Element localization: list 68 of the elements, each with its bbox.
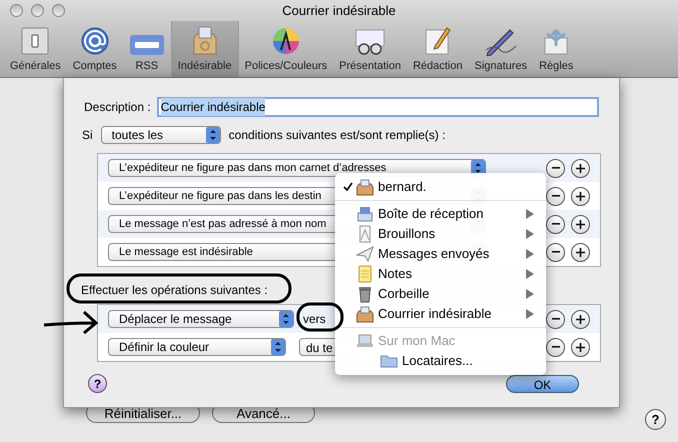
plus-icon <box>576 314 585 324</box>
minus-icon <box>552 167 560 169</box>
help-button[interactable]: ? <box>645 409 666 430</box>
toolbar-item[interactable]: RSS <box>122 21 171 77</box>
action-popup[interactable]: Définir la couleur <box>108 338 286 356</box>
plus-icon <box>576 248 585 256</box>
add-button[interactable] <box>571 338 590 356</box>
remove-button[interactable] <box>546 214 565 234</box>
pencil-paper-icon <box>422 26 453 56</box>
add-button[interactable] <box>571 158 590 178</box>
conditions-label: conditions suivantes est/sont remplie(s) : <box>228 127 446 144</box>
toolbar-item[interactable]: Générales <box>4 21 67 77</box>
window-title: Courrier indésirable <box>282 2 396 18</box>
minus-icon <box>552 251 560 253</box>
trash-icon <box>356 285 374 303</box>
description-label: Description : <box>84 99 151 116</box>
plus-icon <box>576 192 585 200</box>
actions-label: Effectuer les opérations suivantes : <box>81 282 268 299</box>
check-icon <box>343 182 353 192</box>
minus-icon <box>552 346 560 348</box>
remove-button[interactable] <box>546 242 565 262</box>
mailbox-icon <box>356 305 374 323</box>
add-button[interactable] <box>571 186 590 206</box>
ok-button[interactable]: OK <box>506 374 579 392</box>
condition-popup[interactable]: L’expéditeur ne figure pas dans mon carnet d’adresses <box>108 159 486 177</box>
mailbox-icon <box>356 178 374 196</box>
remove-button[interactable] <box>546 186 565 206</box>
window-button[interactable] <box>10 4 23 17</box>
plus-icon <box>576 342 585 352</box>
action-popup[interactable]: Déplacer le message <box>108 310 294 328</box>
menu-item[interactable]: Courrier indésirable <box>335 304 546 324</box>
window-button[interactable] <box>52 4 65 17</box>
toolbar-item[interactable]: Indésirable <box>170 21 239 77</box>
folder-icon <box>380 354 398 368</box>
if-label: Si <box>82 127 93 144</box>
window-button[interactable] <box>31 4 44 17</box>
plus-icon <box>576 220 585 228</box>
plus-icon <box>576 164 585 172</box>
toolbar-item[interactable]: Présentation <box>333 21 407 77</box>
tray-icon <box>356 205 374 223</box>
remove-button[interactable] <box>546 310 565 328</box>
add-button[interactable] <box>571 310 590 328</box>
add-button[interactable] <box>571 214 590 234</box>
paper-plane-icon <box>356 245 374 263</box>
add-button[interactable] <box>571 242 590 262</box>
remove-button[interactable] <box>546 158 565 178</box>
feed-icon <box>128 34 165 56</box>
toolbar-item[interactable]: Signatures <box>468 21 534 77</box>
hand-drawn-arrow <box>42 310 98 334</box>
toolbar-item[interactable]: Rédaction <box>406 21 468 77</box>
at-sign-icon <box>80 26 110 56</box>
to-label: vers <box>303 311 326 328</box>
remove-button[interactable] <box>546 338 565 356</box>
toolbar-item[interactable]: Règles <box>533 21 580 77</box>
minus-icon <box>552 318 560 320</box>
help-button[interactable]: ? <box>88 374 107 393</box>
switch-icon <box>20 26 50 56</box>
minus-icon <box>552 195 560 197</box>
match-popup[interactable]: toutes les <box>100 126 221 144</box>
menu-item[interactable]: Notes <box>335 264 546 284</box>
description-field[interactable]: Courrier indésirable <box>156 97 599 117</box>
notepad-icon <box>356 265 374 283</box>
menu-item[interactable]: Corbeille <box>335 284 546 304</box>
toolbar-item[interactable]: Comptes <box>66 21 123 77</box>
toolbar-item[interactable]: Polices/Couleurs <box>238 21 334 77</box>
laptop-icon <box>356 334 374 348</box>
minus-icon <box>552 223 560 225</box>
color-wheel-icon <box>270 26 301 56</box>
